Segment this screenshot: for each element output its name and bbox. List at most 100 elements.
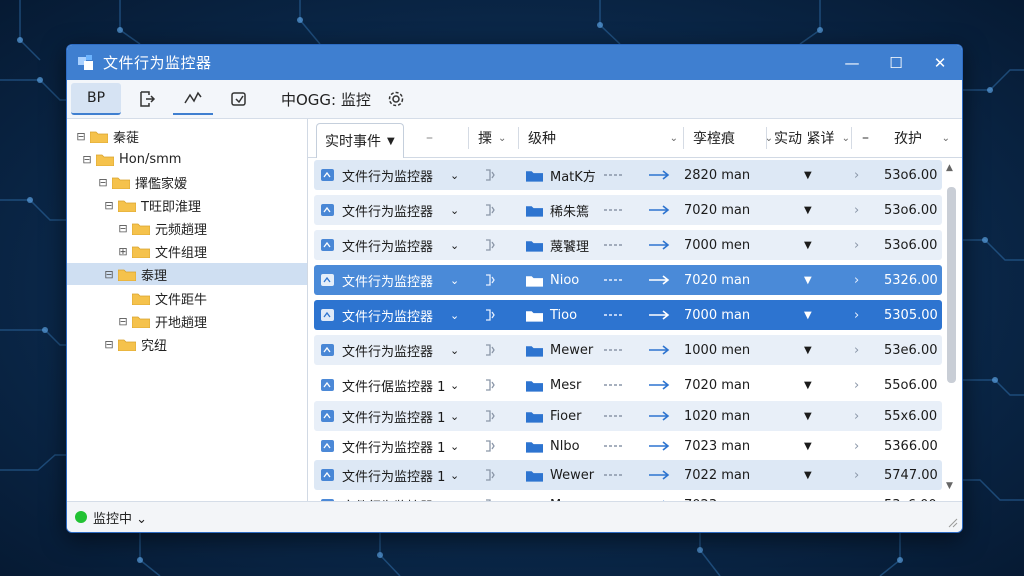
column-label: 级种: [528, 131, 556, 147]
tree-item[interactable]: ⊟ T旺即淮理: [67, 194, 307, 216]
chevron-down-icon[interactable]: ⌄: [450, 300, 459, 330]
event-name: 文件行为监控器: [342, 274, 434, 290]
event-name: 文件行为监控器 1: [342, 469, 446, 485]
expand-arrow-icon[interactable]: ›: [854, 335, 859, 365]
tree-item[interactable]: ⊟ Hon/smm: [67, 148, 307, 170]
expand-arrow-icon[interactable]: ›: [854, 460, 859, 490]
dropdown-arrow-icon[interactable]: ▼: [804, 265, 812, 295]
tree-expander-icon[interactable]: ⊟: [103, 199, 115, 212]
toolbar-view-button[interactable]: BP: [71, 83, 121, 115]
folder-icon: [118, 269, 136, 281]
table-row[interactable]: 文件行为监控器 1 ⌄ Fioer 1020 man ▼ › 55x6.00: [314, 401, 942, 431]
tree-item[interactable]: ⊟ 擇儖家嫒: [67, 171, 307, 193]
folder-icon: [96, 154, 114, 166]
action-marker-icon: [484, 431, 496, 461]
dash-icon: [604, 384, 624, 386]
resize-grip-icon[interactable]: [948, 518, 958, 528]
chevron-down-icon[interactable]: ⌄: [450, 160, 459, 190]
table-row[interactable]: 文件行为监控器 ⌄ Nioo 7020 man ▼ › 5326.00: [314, 265, 942, 295]
dropdown-arrow-icon[interactable]: ▼: [804, 300, 812, 330]
tree-expander-icon[interactable]: ⊟: [117, 222, 129, 235]
tree-expander-icon[interactable]: ⊞: [117, 245, 129, 258]
vertical-scrollbar[interactable]: ▲ ▼: [944, 163, 958, 493]
table-row[interactable]: 文件行为监控器 1 ⌄ Nlbo 7023 man ▼ › 5366.00: [314, 431, 942, 461]
column-protect[interactable]: 孜护 ⌄: [894, 119, 950, 157]
export-button[interactable]: [127, 84, 167, 114]
table-row[interactable]: 文件行倨监控器 1 ⌄ Mesr 7020 man ▼ › 55o6.00: [314, 370, 942, 400]
dropdown-arrow-icon[interactable]: ▼: [804, 431, 812, 461]
tree-item[interactable]: ⊟ 开地趟理: [67, 310, 307, 332]
expand-arrow-icon[interactable]: ›: [854, 195, 859, 225]
column-realtime-events[interactable]: 实时事件 ▼: [316, 123, 404, 158]
column-action-detail[interactable]: 实动 紧详 ⌄: [774, 119, 850, 157]
close-button[interactable]: ✕: [918, 45, 962, 80]
tree-expander-icon[interactable]: ⊟: [75, 130, 87, 143]
tree-item[interactable]: ⊟ 泰理: [67, 263, 307, 285]
action-marker-icon: [484, 370, 496, 400]
chevron-down-icon[interactable]: ⌄: [450, 230, 459, 260]
table-row[interactable]: 文件行为监控器 ⌄ Mewer 1000 men ▼ › 53e6.00: [314, 335, 942, 365]
table-row[interactable]: 文件行为监控器 ⌄ 稀朱篶 7020 man ▼ › 53o6.00: [314, 195, 942, 225]
expand-arrow-icon[interactable]: ›: [854, 401, 859, 431]
expand-arrow-icon[interactable]: ›: [854, 230, 859, 260]
column-path[interactable]: 孪榁痕 ⌄: [693, 119, 773, 157]
chevron-down-icon[interactable]: ⌄: [450, 370, 459, 400]
file-event-icon: [321, 469, 334, 481]
size-value: 7000 man: [684, 307, 751, 323]
maximize-button[interactable]: ☐: [874, 45, 918, 80]
column-dash-2[interactable]: –: [862, 119, 869, 157]
tree-expander-icon[interactable]: ⊟: [103, 268, 115, 281]
dropdown-arrow-icon[interactable]: ▼: [804, 460, 812, 490]
table-row[interactable]: 文件行为监控器 ⌄ MatK方 2820 man ▼ › 53o6.00: [314, 160, 942, 190]
dropdown-arrow-icon[interactable]: ▼: [804, 335, 812, 365]
chevron-down-icon[interactable]: ⌄: [450, 431, 459, 461]
tree-expander-icon[interactable]: ⊟: [97, 176, 109, 189]
expand-arrow-icon[interactable]: ›: [854, 160, 859, 190]
scroll-down-arrow-icon[interactable]: ▼: [946, 481, 953, 491]
scroll-thumb[interactable]: [947, 187, 956, 383]
action-marker-icon: [484, 300, 496, 330]
file-event-icon: [321, 410, 334, 422]
settings-button[interactable]: [381, 84, 411, 114]
tree-item[interactable]: ⊞ 文件组理: [67, 240, 307, 262]
chevron-down-icon[interactable]: ⌄: [450, 265, 459, 295]
tree-item[interactable]: 文件距牛: [67, 287, 307, 309]
expand-arrow-icon[interactable]: ›: [854, 370, 859, 400]
chevron-down-icon[interactable]: ⌄: [450, 460, 459, 490]
minimize-button[interactable]: —: [830, 45, 874, 80]
amount-value: 55x6.00: [884, 408, 938, 424]
expand-arrow-icon[interactable]: ›: [854, 431, 859, 461]
tree-item[interactable]: ⊟ 究纽: [67, 333, 307, 355]
tree-expander-icon[interactable]: ⊟: [81, 153, 93, 166]
status-text[interactable]: 监控中 ⌄: [93, 508, 147, 527]
dropdown-arrow-icon[interactable]: ▼: [804, 230, 812, 260]
tree-item[interactable]: ⊟ 元频趟理: [67, 217, 307, 239]
chevron-down-icon[interactable]: ⌄: [450, 195, 459, 225]
chevron-down-icon[interactable]: ⌄: [450, 335, 459, 365]
tree-expander-icon[interactable]: ⊟: [117, 315, 129, 328]
chevron-down-icon[interactable]: ⌄: [450, 401, 459, 431]
tree-item[interactable]: ⊟ 秦蓰: [67, 125, 307, 147]
tree-item-label: 开地趟理: [155, 315, 208, 331]
dropdown-arrow-icon[interactable]: ▼: [804, 160, 812, 190]
folder-icon: [132, 223, 150, 235]
arrow-right-icon: [649, 205, 670, 215]
tree-expander-icon[interactable]: ⊟: [103, 338, 115, 351]
folder-icon: [112, 177, 130, 189]
action-marker-icon: [484, 265, 496, 295]
dropdown-arrow-icon[interactable]: ▼: [804, 370, 812, 400]
table-row[interactable]: 文件行为监控器 ⌄ 蔑饕理 7000 men ▼ › 53o6.00: [314, 230, 942, 260]
record-button[interactable]: [219, 84, 259, 114]
table-row[interactable]: 文件行为监控器 1 ⌄ Wewer 7022 man ▼ › 5747.00: [314, 460, 942, 490]
dropdown-arrow-icon[interactable]: ▼: [804, 401, 812, 431]
size-value: 1000 men: [684, 342, 751, 358]
activity-button[interactable]: [173, 83, 213, 115]
column-level[interactable]: 级种 ⌄: [528, 119, 678, 157]
dropdown-arrow-icon[interactable]: ▼: [804, 195, 812, 225]
expand-arrow-icon[interactable]: ›: [854, 300, 859, 330]
column-dash-1[interactable]: –: [426, 119, 433, 157]
column-type[interactable]: 搮 ⌄: [478, 119, 506, 157]
expand-arrow-icon[interactable]: ›: [854, 265, 859, 295]
scroll-up-arrow-icon[interactable]: ▲: [946, 163, 953, 173]
table-row[interactable]: 文件行为监控器 ⌄ Tioo 7000 man ▼ › 5305.00: [314, 300, 942, 330]
